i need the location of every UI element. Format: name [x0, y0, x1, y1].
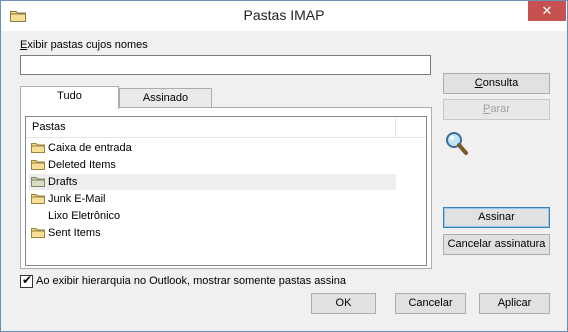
- parar-button[interactable]: Parar: [443, 99, 550, 120]
- folder-name: Caixa de entrada: [48, 142, 132, 154]
- assinar-button[interactable]: Assinar: [443, 207, 550, 228]
- folder-name: Sent Items: [48, 227, 101, 239]
- folder-icon: [31, 160, 45, 170]
- folder-row[interactable]: Sent Items: [29, 225, 396, 241]
- folder-row-selected[interactable]: Drafts: [29, 174, 396, 190]
- folder-icon: [31, 228, 45, 238]
- folder-name: Junk E-Mail: [48, 193, 106, 205]
- filter-label-text: xibir pastas cujos nomes: [27, 39, 148, 51]
- folder-filter-input[interactable]: [20, 55, 431, 75]
- folder-row[interactable]: Junk E-Mail: [29, 191, 396, 207]
- cancel-button[interactable]: Cancelar: [395, 293, 466, 314]
- show-subscribed-only-label[interactable]: Ao exibir hierarquia no Outlook, mostrar…: [36, 275, 346, 287]
- tab-assinado[interactable]: Assinado: [119, 88, 212, 109]
- ok-button[interactable]: OK: [311, 293, 376, 314]
- tab-tudo[interactable]: Tudo: [20, 86, 119, 109]
- folder-name: Lixo Eletrônico: [48, 210, 121, 222]
- folder-icon: [31, 194, 45, 204]
- show-subscribed-only-checkbox[interactable]: ✔: [20, 273, 33, 288]
- consulta-button[interactable]: Consulta: [443, 73, 550, 94]
- folder-list[interactable]: Pastas Caixa de entrada Deleted Items Dr…: [25, 116, 427, 266]
- folder-icon: [31, 143, 45, 153]
- title-bar: Pastas IMAP ✕: [1, 1, 567, 31]
- close-button[interactable]: ✕: [528, 1, 566, 21]
- imap-folders-dialog: Pastas IMAP ✕ Exibir pastas cujos nomes …: [0, 0, 568, 332]
- filter-label: Exibir pastas cujos nomes: [20, 39, 148, 51]
- folder-row[interactable]: Lixo Eletrônico: [29, 208, 396, 224]
- magnifier-icon: [446, 132, 468, 155]
- column-header-filler: [396, 117, 426, 138]
- folder-icon: [31, 177, 45, 187]
- window-title: Pastas IMAP: [243, 7, 325, 23]
- tab-panel-tudo: Pastas Caixa de entrada Deleted Items Dr…: [20, 107, 432, 269]
- checkmark-icon: ✔: [22, 273, 33, 287]
- folder-row[interactable]: Deleted Items: [29, 157, 396, 173]
- folder-name: Drafts: [48, 176, 78, 188]
- column-header-pastas[interactable]: Pastas: [26, 117, 396, 138]
- cancelar-assinatura-button[interactable]: Cancelar assinatura: [443, 234, 550, 255]
- folder-row[interactable]: Caixa de entrada: [29, 140, 396, 156]
- apply-button[interactable]: Aplicar: [479, 293, 550, 314]
- folder-name: Deleted Items: [48, 159, 116, 171]
